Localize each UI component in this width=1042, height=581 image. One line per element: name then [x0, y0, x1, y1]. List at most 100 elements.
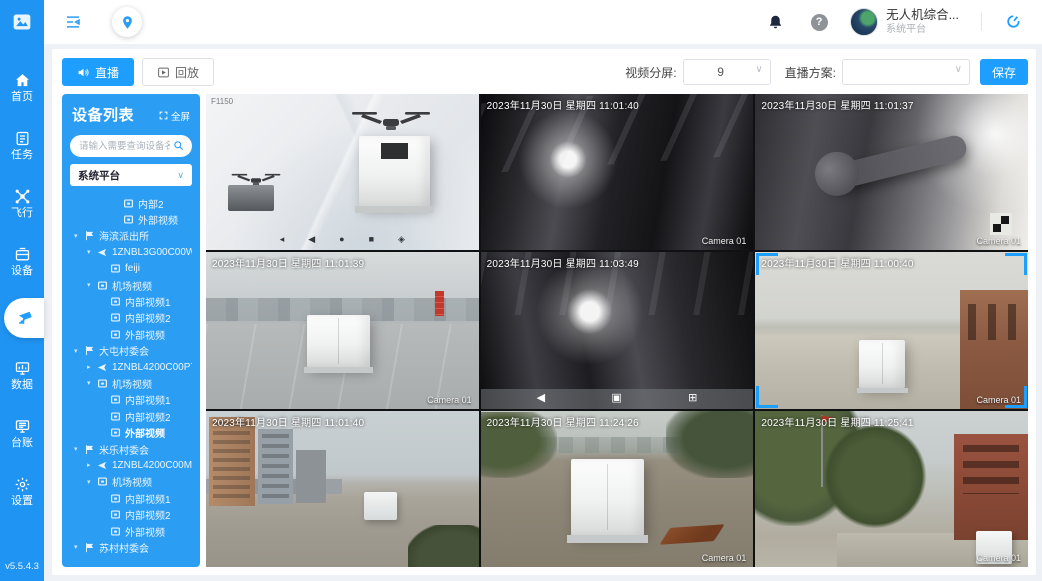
cctv-icon — [17, 309, 36, 328]
sidebar-item-tasks[interactable]: 任务 — [0, 116, 44, 174]
tree-node-外部视频[interactable]: 外部视频 — [70, 424, 192, 440]
tree-node-机场视频[interactable]: ▾机场视频 — [70, 375, 192, 391]
tree-node-内部视频1[interactable]: 内部视频1 — [70, 293, 192, 309]
active-item-pill — [4, 298, 44, 338]
scene-arm-shape — [825, 133, 969, 192]
caret-down-icon[interactable]: ▾ — [87, 379, 97, 387]
caret-down-icon[interactable]: ▾ — [74, 232, 84, 240]
camera-label: Camera 01 — [427, 395, 472, 405]
header-divider — [981, 13, 982, 31]
cell-controls: ◀ ▣ ⊞ — [481, 389, 754, 409]
play-icon[interactable]: ◀ — [537, 393, 545, 404]
location-pin-icon — [120, 15, 135, 30]
tree-node-海滨派出所[interactable]: ▾海滨派出所 — [70, 228, 192, 244]
tree-node-1ZNBL4200C00M7[interactable]: ▸1ZNBL4200C00M7 — [70, 457, 192, 473]
notifications-button[interactable] — [760, 7, 790, 37]
stop-icon[interactable]: ■ — [369, 235, 374, 244]
search-icon — [173, 140, 184, 151]
split-select[interactable]: 9 ∨ — [683, 59, 771, 85]
prev-icon[interactable]: ◂ — [280, 235, 285, 244]
cell-timestamp: 2023年11月30日 星期四 11:00:40 — [761, 255, 913, 270]
sidebar-item-ledger[interactable]: 台账 — [0, 404, 44, 462]
play-icon[interactable]: ◀ — [308, 235, 315, 244]
video-cell-3[interactable]: 2023年11月30日 星期四 11:01:37Camera 01 — [755, 94, 1028, 250]
logout-button[interactable] — [998, 7, 1028, 37]
tree-node-内部视频1[interactable]: 内部视频1 — [70, 490, 192, 506]
sidebar-item-settings[interactable]: 设置 — [0, 462, 44, 520]
sidebar-item-label: 设备 — [11, 266, 33, 277]
device-icon — [14, 246, 31, 263]
tree-node-内部视频2[interactable]: 内部视频2 — [70, 310, 192, 326]
tree-node-大屯村委会[interactable]: ▾大屯村委会 — [70, 343, 192, 359]
video-icon — [110, 296, 121, 307]
video-cell-6[interactable]: 2023年11月30日 星期四 11:00:40Camera 01 — [755, 252, 1028, 408]
user-info[interactable]: 无人机综合... 系统平台 — [886, 8, 959, 36]
caret-down-icon[interactable]: ▾ — [87, 248, 97, 256]
tree-node-苏村村委会[interactable]: ▾苏村村委会 — [70, 539, 192, 555]
tree-node-内部视频1[interactable]: 内部视频1 — [70, 392, 192, 408]
snapshot-icon[interactable]: ▣ — [611, 393, 621, 404]
audio-icon[interactable]: ◈ — [398, 235, 405, 244]
sidebar-item-monitor[interactable] — [0, 290, 44, 346]
tree-node-内部视频2[interactable]: 内部视频2 — [70, 506, 192, 522]
tree-node-label: 外部视频 — [125, 327, 165, 342]
tree-node-外部视频[interactable]: 外部视频 — [70, 211, 192, 227]
help-button[interactable]: ? — [804, 7, 834, 37]
tree-node-feiji[interactable]: feiji — [70, 261, 192, 277]
tasks-icon — [14, 130, 31, 147]
sidebar: 首页任务飞行设备数据台账设置 v5.5.4.3 — [0, 0, 44, 581]
caret-right-icon[interactable]: ▸ — [87, 363, 97, 371]
video-cell-4[interactable]: 2023年11月30日 星期四 11:01:39Camera 01 — [206, 252, 479, 408]
caret-down-icon[interactable]: ▾ — [87, 281, 97, 289]
map-pin-button[interactable] — [112, 7, 142, 37]
video-icon — [123, 214, 134, 225]
fullscreen-icon[interactable]: ⊞ — [688, 393, 697, 404]
user-avatar[interactable] — [850, 8, 878, 36]
sidebar-item-flight[interactable]: 飞行 — [0, 174, 44, 232]
video-cell-2[interactable]: 2023年11月30日 星期四 11:01:40Camera 01 — [481, 94, 754, 250]
tree-node-米乐村委会[interactable]: ▾米乐村委会 — [70, 441, 192, 457]
caret-down-icon[interactable]: ▾ — [87, 478, 97, 486]
sidebar-item-data[interactable]: 数据 — [0, 346, 44, 404]
tree-node-机场视频[interactable]: ▾机场视频 — [70, 277, 192, 293]
video-cell-7[interactable]: 2023年11月30日 星期四 11:01:40 — [206, 411, 479, 567]
record-icon[interactable]: ● — [339, 235, 344, 244]
caret-down-icon[interactable]: ▾ — [74, 543, 84, 551]
tree-node-1ZNBL4200C00P7[interactable]: ▸1ZNBL4200C00P7 — [70, 359, 192, 375]
app-logo[interactable] — [0, 0, 44, 44]
platform-select[interactable]: 系统平台 ∨ — [70, 164, 192, 186]
tree-node-label: 内部视频2 — [125, 310, 171, 325]
caret-down-icon[interactable]: ▾ — [74, 347, 84, 355]
video-cell-9[interactable]: 2023年11月30日 星期四 11:25:41Camera 01 — [755, 411, 1028, 567]
video-cell-8[interactable]: 2023年11月30日 星期四 11:24:26 Camera 01 — [481, 411, 754, 567]
cell-timestamp: 2023年11月30日 星期四 11:01:37 — [761, 97, 913, 112]
tab-live[interactable]: 直播 — [62, 58, 134, 86]
tree-node-外部视频[interactable]: 外部视频 — [70, 523, 192, 539]
main-content: 直播 回放 视频分屏: 9 ∨ 直播方案: ∨ — [44, 44, 1042, 581]
tree-node-外部视频[interactable]: 外部视频 — [70, 326, 192, 342]
scene-bldg-shape — [960, 290, 1028, 409]
cell-timestamp: 2023年11月30日 星期四 11:24:26 — [487, 414, 639, 429]
collapse-sidebar-button[interactable] — [58, 7, 88, 37]
camera-label: Camera 01 — [702, 553, 747, 563]
caret-down-icon[interactable]: ▾ — [74, 445, 84, 453]
split-value: 9 — [694, 65, 748, 79]
video-cell-5[interactable]: 2023年11月30日 星期四 11:03:49◀▣⊞ — [481, 252, 754, 408]
tree-node-机场视频[interactable]: ▾ 机场视频 — [70, 474, 192, 490]
tree-node-label: 机场视频 — [112, 474, 152, 489]
tree-node-内部视频2[interactable]: 内部视频2 — [70, 408, 192, 424]
caret-right-icon[interactable]: ▸ — [87, 461, 97, 469]
sidebar-item-device[interactable]: 设备 — [0, 232, 44, 290]
camera-label: Camera 01 — [976, 553, 1021, 563]
fullscreen-button[interactable]: 全屏 — [159, 109, 190, 123]
sidebar-item-label: 任务 — [11, 150, 33, 161]
tab-playback[interactable]: 回放 — [142, 58, 214, 86]
fullscreen-icon — [159, 111, 168, 120]
tree-node-1ZNBL3G00C00WR[interactable]: ▾1ZNBL3G00C00WR — [70, 244, 192, 260]
ledger-icon — [14, 418, 31, 435]
plan-select[interactable]: ∨ — [842, 59, 970, 85]
video-cell-1[interactable]: F1150◂◀●■◈ — [206, 94, 479, 250]
sidebar-item-home[interactable]: 首页 — [0, 58, 44, 116]
save-button[interactable]: 保存 — [980, 59, 1028, 85]
tree-node-内部2[interactable]: 内部2 — [70, 195, 192, 211]
